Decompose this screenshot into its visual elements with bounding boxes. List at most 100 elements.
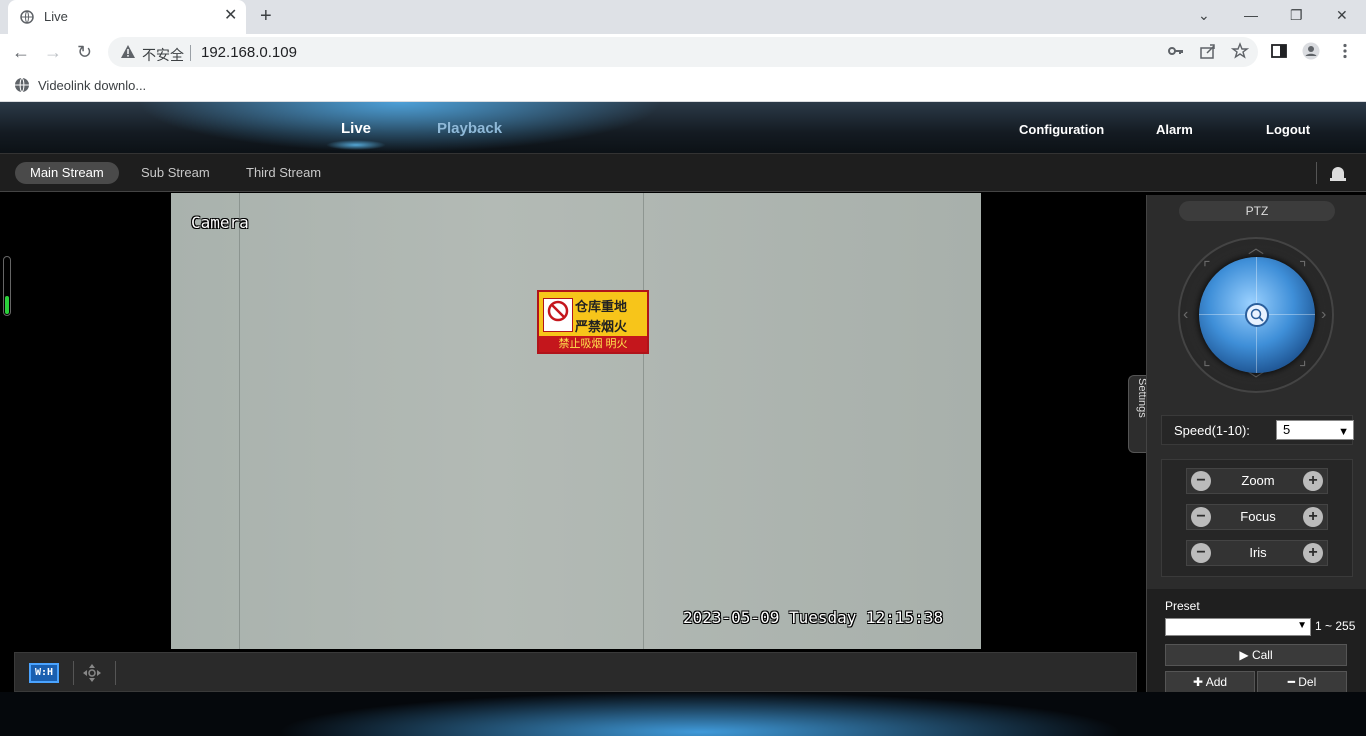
focus-plus-button[interactable]: +	[1303, 507, 1323, 527]
tab-sub-stream[interactable]: Sub Stream	[126, 162, 225, 184]
new-tab-button[interactable]: +	[260, 5, 272, 27]
nav-configuration[interactable]: Configuration	[1019, 122, 1104, 137]
minus-icon: ━	[1287, 675, 1299, 689]
preset-select[interactable]: ▼	[1165, 618, 1311, 636]
tab-search-icon[interactable]: ⌄	[1198, 6, 1210, 24]
add-label: Add	[1205, 675, 1228, 689]
nav-logout[interactable]: Logout	[1266, 122, 1310, 137]
profile-avatar-icon[interactable]	[1302, 42, 1320, 60]
app-footer	[0, 692, 1366, 736]
minimize-button[interactable]: —	[1244, 6, 1258, 24]
lens-controls: − Zoom + − Focus + − Iris +	[1161, 459, 1353, 577]
app-header: Live Playback Configuration Alarm Logout	[0, 102, 1366, 154]
ptz-panel: PTZ ︿ ﹀ ‹ › ⌜ ⌝ ⌞ ⌟ Speed(1-10): 5 ▼ − Z…	[1146, 195, 1366, 692]
ptz-downleft-icon[interactable]: ⌞	[1203, 353, 1211, 369]
warning-sign: 仓库重地 严禁烟火 禁止吸烟 明火	[537, 290, 649, 354]
alarm-bell-button[interactable]	[1316, 162, 1350, 184]
preset-call-button[interactable]: ▶ Call	[1165, 644, 1347, 666]
url-text[interactable]: 192.168.0.109	[201, 44, 297, 61]
wall-seam	[643, 193, 644, 649]
nav-alarm[interactable]: Alarm	[1156, 122, 1193, 137]
speed-value: 5	[1283, 422, 1291, 437]
bookmark-videolink[interactable]: Videolink downlo...	[38, 78, 146, 93]
globe-icon	[15, 77, 29, 93]
focus-minus-button[interactable]: −	[1191, 507, 1211, 527]
toolbar-divider	[73, 661, 74, 685]
reload-icon[interactable]: ↻	[77, 42, 92, 62]
preset-area: Preset ▼ 1 ~ 255 ▶ Call ✚ Add ━ Del	[1147, 589, 1366, 692]
nav-live[interactable]: Live	[341, 120, 371, 137]
restore-button[interactable]: ❐	[1290, 6, 1303, 24]
ptz-joystick[interactable]	[1199, 257, 1315, 373]
tab-close-icon[interactable]: ✕	[224, 7, 237, 25]
side-panel-icon[interactable]	[1270, 42, 1288, 60]
bookmarks-bar: Videolink downlo...	[0, 70, 1366, 102]
forward-icon[interactable]: →	[44, 42, 62, 62]
back-icon[interactable]: ←	[12, 42, 30, 62]
play-icon: ▶	[1239, 648, 1252, 662]
ptz-upleft-icon[interactable]: ⌜	[1203, 261, 1211, 277]
zoom-label: Zoom	[1241, 473, 1275, 488]
ptz-downright-icon[interactable]: ⌟	[1299, 353, 1307, 369]
key-icon[interactable]	[1167, 42, 1185, 60]
share-icon[interactable]	[1199, 42, 1217, 60]
iris-minus-button[interactable]: −	[1191, 543, 1211, 563]
iris-plus-button[interactable]: +	[1303, 543, 1323, 563]
close-window-button[interactable]: ✕	[1336, 6, 1348, 24]
video-area: Camera 仓库重地 严禁烟火 禁止吸烟 明火 2023-05-09 Tues…	[0, 192, 1146, 692]
ptz-down-arrow-icon[interactable]: ﹀	[1248, 373, 1264, 389]
stream-bar: Main Stream Sub Stream Third Stream	[0, 154, 1366, 192]
ptz-position-icon[interactable]	[81, 662, 103, 684]
audio-level-meter	[3, 256, 11, 316]
zoom-out-button[interactable]: −	[1191, 471, 1211, 491]
active-nav-indicator	[326, 140, 386, 150]
live-video[interactable]: Camera 仓库重地 严禁烟火 禁止吸烟 明火 2023-05-09 Tues…	[171, 193, 981, 649]
speed-select[interactable]: 5 ▼	[1276, 420, 1354, 440]
osd-camera-name: Camera	[191, 213, 249, 232]
ptz-up-arrow-icon[interactable]: ︿	[1248, 241, 1264, 257]
iris-control: − Iris +	[1186, 540, 1328, 566]
ptz-left-arrow-icon[interactable]: ‹	[1183, 307, 1188, 323]
globe-icon	[20, 10, 34, 24]
browser-tabbar: Live ✕ + ⌄ — ❐ ✕	[0, 0, 1366, 34]
video-toolbar: W:H	[14, 652, 1137, 692]
preset-range: 1 ~ 255	[1315, 619, 1356, 633]
ptz-upright-icon[interactable]: ⌝	[1299, 261, 1307, 277]
no-smoking-icon	[543, 298, 573, 332]
aspect-ratio-button[interactable]: W:H	[29, 663, 59, 683]
ptz-title: PTZ	[1179, 201, 1335, 221]
alarm-light-icon	[1330, 167, 1346, 181]
omnibox-divider	[190, 45, 191, 61]
toolbar-divider	[115, 661, 116, 685]
zoom-in-button[interactable]: +	[1303, 471, 1323, 491]
preset-add-button[interactable]: ✚ Add	[1165, 671, 1255, 692]
wall-seam	[239, 193, 240, 649]
speed-label: Speed(1-10):	[1174, 423, 1250, 438]
zoom-control: − Zoom +	[1186, 468, 1328, 494]
ptz-auto-focus-icon[interactable]	[1245, 303, 1269, 327]
ptz-right-arrow-icon[interactable]: ›	[1321, 307, 1326, 323]
speed-row: Speed(1-10): 5 ▼	[1161, 415, 1354, 445]
audio-level-fill	[5, 296, 9, 314]
chevron-down-icon: ▼	[1297, 620, 1307, 631]
plus-icon: ✚	[1192, 675, 1206, 689]
osd-timestamp: 2023-05-09 Tuesday 12:15:38	[683, 608, 944, 627]
nav-playback[interactable]: Playback	[437, 120, 502, 137]
warning-icon[interactable]	[120, 44, 136, 60]
star-icon[interactable]	[1231, 42, 1249, 60]
tab-title: Live	[44, 9, 68, 24]
menu-kebab-icon[interactable]	[1336, 42, 1354, 60]
security-label[interactable]: 不安全	[142, 45, 184, 65]
tab-main-stream[interactable]: Main Stream	[15, 162, 119, 184]
preset-del-button[interactable]: ━ Del	[1257, 671, 1347, 692]
chevron-down-icon: ▼	[1338, 426, 1349, 438]
sign-line-1: 仓库重地	[575, 299, 628, 314]
focus-label: Focus	[1240, 509, 1276, 524]
sign-line-2: 严禁烟火	[575, 319, 628, 334]
focus-control: − Focus +	[1186, 504, 1328, 530]
tab-third-stream[interactable]: Third Stream	[231, 162, 336, 184]
sign-line-3: 禁止吸烟 明火	[539, 336, 647, 352]
del-label: Del	[1298, 675, 1317, 689]
address-bar[interactable]: 不安全 192.168.0.109	[108, 37, 1258, 67]
browser-tab[interactable]: Live ✕	[8, 0, 246, 34]
